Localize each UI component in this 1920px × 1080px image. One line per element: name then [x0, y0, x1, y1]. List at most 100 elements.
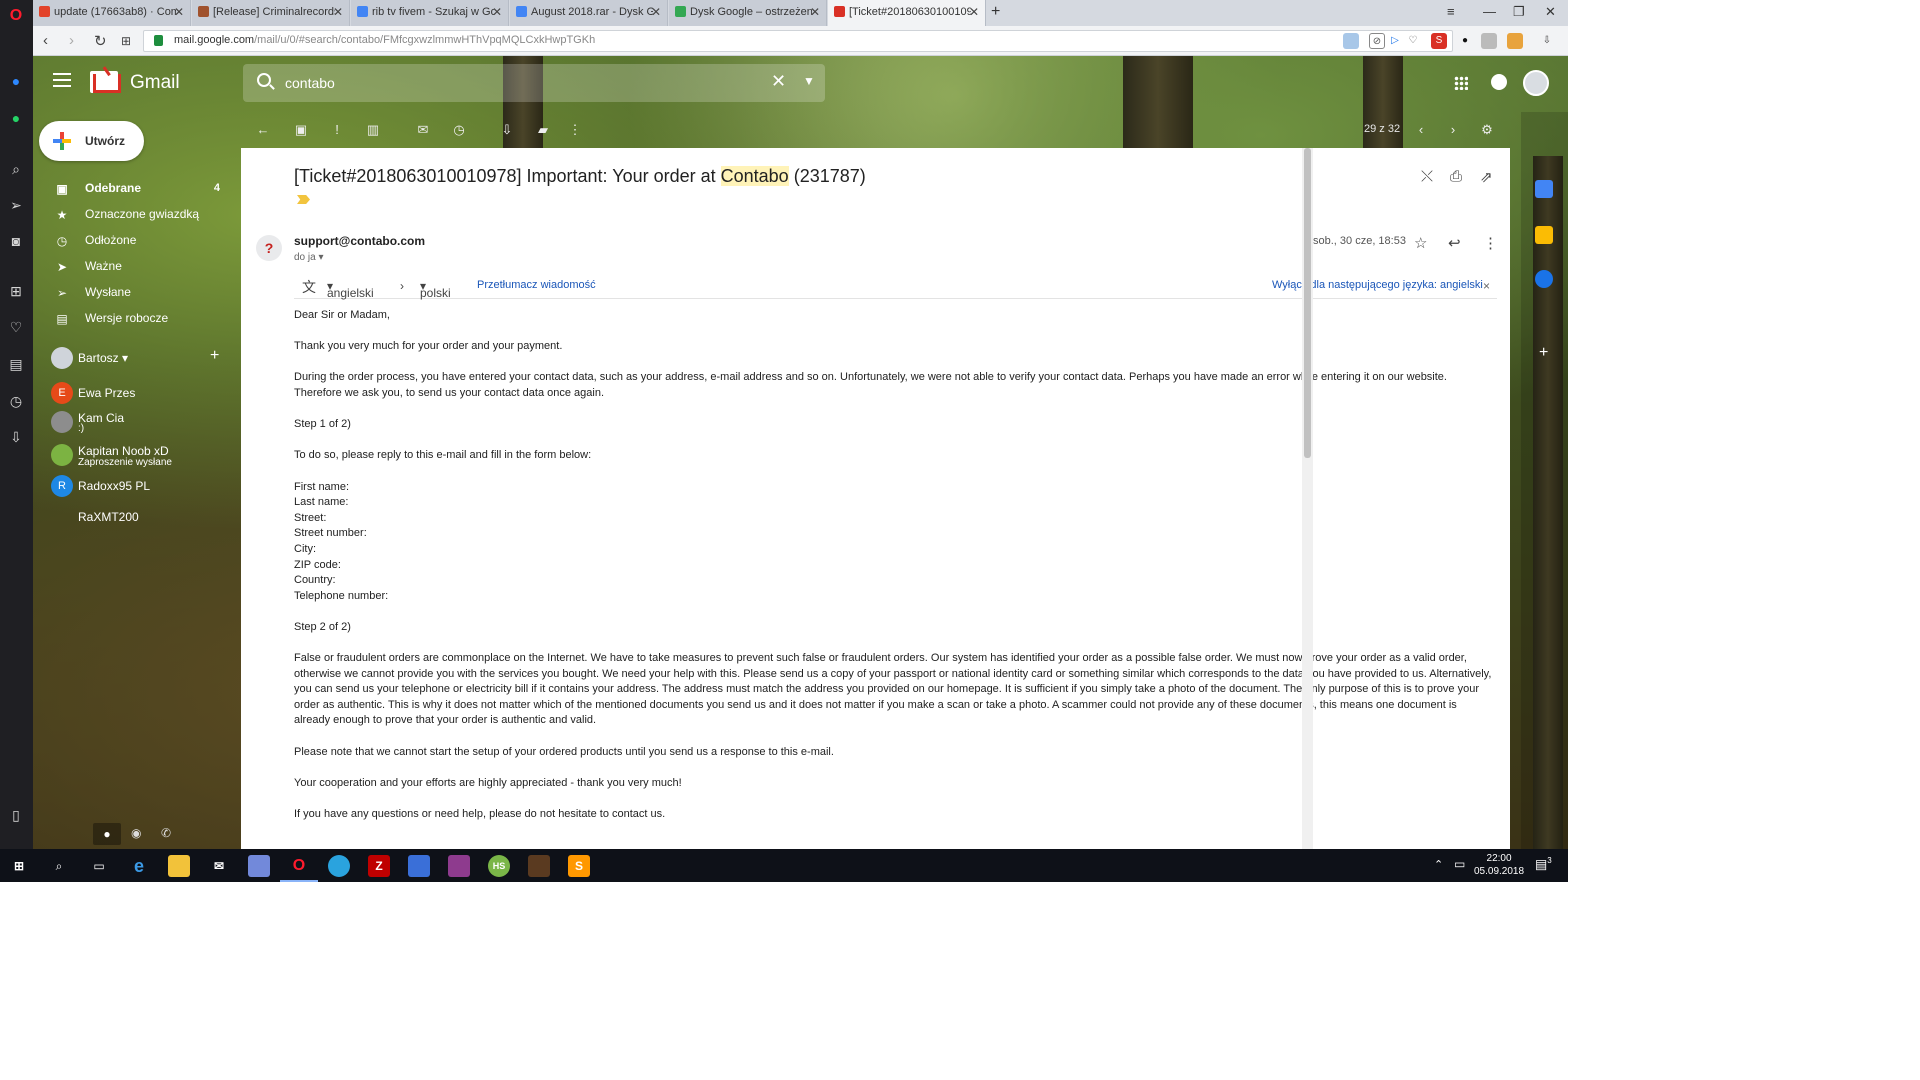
- browser-tab-active[interactable]: [Ticket#20180630100109780✕: [828, 0, 986, 26]
- sender-avatar[interactable]: ?: [256, 235, 282, 261]
- opera-logo-icon[interactable]: O: [7, 7, 25, 25]
- hangouts-contact[interactable]: Kapitan Noob xD Zaproszenie wysłane: [51, 444, 241, 472]
- move-to-icon[interactable]: ⇩: [499, 122, 515, 138]
- more-vert-icon[interactable]: ⋮: [567, 122, 583, 138]
- search-icon[interactable]: [257, 73, 271, 87]
- search-icon[interactable]: ⌕: [7, 160, 25, 178]
- back-icon[interactable]: ‹: [43, 32, 48, 49]
- phone-icon[interactable]: ✆: [161, 826, 171, 840]
- ext-box-icon[interactable]: [1481, 33, 1497, 49]
- older-icon[interactable]: ›: [1445, 122, 1461, 138]
- close-icon[interactable]: ✕: [810, 5, 820, 19]
- nav-item-important[interactable]: ➤ Ważne: [33, 255, 228, 279]
- network-icon[interactable]: ▭: [1454, 857, 1465, 871]
- star-icon[interactable]: ☆: [1414, 234, 1427, 252]
- back-to-list-icon[interactable]: ←: [255, 122, 271, 138]
- snooze-icon[interactable]: ◷: [451, 122, 467, 138]
- gmail-logo-icon[interactable]: [90, 71, 121, 93]
- close-icon[interactable]: ✕: [651, 5, 661, 19]
- tab-menu-icon[interactable]: ≡: [1447, 4, 1455, 19]
- notifications-icon[interactable]: [1491, 74, 1507, 90]
- close-icon[interactable]: ✕: [969, 5, 979, 19]
- minimize-button[interactable]: —: [1483, 4, 1496, 19]
- vpn-icon[interactable]: ▷: [1387, 33, 1403, 49]
- translate-message-link[interactable]: Przetłumacz wiadomość: [477, 279, 596, 291]
- action-center-icon[interactable]: ▤3: [1535, 856, 1552, 872]
- task-view-icon[interactable]: ▭: [88, 855, 110, 877]
- sender-address[interactable]: support@contabo.com: [294, 234, 425, 248]
- nav-item-snoozed[interactable]: ◷ Odłożone: [33, 229, 228, 253]
- collapse-all-icon[interactable]: ⤬: [1421, 168, 1433, 185]
- close-icon[interactable]: ✕: [174, 5, 184, 19]
- nav-item-drafts[interactable]: ▤ Wersje robocze: [33, 307, 228, 331]
- browser-tab[interactable]: Dysk Google – ostrzeżenie ✕: [669, 0, 827, 26]
- apps-icon[interactable]: ⊞: [7, 282, 25, 300]
- nav-item-inbox[interactable]: ▣ Odebrane 4: [33, 177, 228, 201]
- new-tab-button[interactable]: +: [991, 3, 1000, 21]
- clear-search-icon[interactable]: ✕: [771, 71, 786, 92]
- close-window-button[interactable]: ✕: [1545, 4, 1556, 20]
- importance-marker-icon[interactable]: [297, 195, 310, 204]
- browser-tab[interactable]: August 2018.rar - Dysk Goo✕: [510, 0, 668, 26]
- hangouts-contact[interactable]: Kam Cia :): [51, 411, 241, 439]
- camera-icon[interactable]: ◙: [7, 232, 25, 250]
- mark-unread-icon[interactable]: ✉: [415, 122, 431, 138]
- heart-icon[interactable]: ♡: [1405, 33, 1421, 49]
- scrollbar[interactable]: [1302, 148, 1313, 849]
- download-icon[interactable]: ⇩: [7, 428, 25, 446]
- person-icon[interactable]: ●: [93, 823, 121, 845]
- ext-pin-icon[interactable]: [1507, 33, 1523, 49]
- github-icon[interactable]: ●: [1457, 33, 1473, 49]
- messenger-icon[interactable]: ●: [7, 72, 25, 90]
- opera-icon[interactable]: O: [280, 855, 318, 882]
- news-icon[interactable]: ▤: [7, 355, 25, 373]
- archive-icon[interactable]: ▣: [293, 122, 309, 138]
- close-icon[interactable]: ×: [1483, 279, 1490, 293]
- new-conversation-icon[interactable]: +: [210, 347, 219, 365]
- system-clock[interactable]: 22:00 05.09.2018: [1474, 852, 1524, 878]
- game-icon[interactable]: [528, 855, 550, 877]
- browser-tab[interactable]: [Release] Criminalrecords ✕: [192, 0, 350, 26]
- search-icon[interactable]: ⌕: [48, 855, 70, 877]
- forward-icon[interactable]: ›: [69, 32, 74, 49]
- heart-icon[interactable]: ♡: [7, 318, 25, 336]
- telegram-icon[interactable]: [328, 855, 350, 877]
- url-field[interactable]: mail.google.com/mail/u/0/#search/contabo…: [143, 30, 1453, 52]
- calendar-icon[interactable]: [1535, 180, 1553, 198]
- si-extension-icon[interactable]: S: [1431, 33, 1447, 49]
- add-addon-icon[interactable]: +: [1539, 344, 1548, 362]
- hangouts-icon[interactable]: ◉: [131, 826, 141, 840]
- gmail-wordmark[interactable]: Gmail: [130, 72, 180, 94]
- search-input[interactable]: [283, 73, 743, 93]
- discord-icon[interactable]: [248, 855, 270, 877]
- nav-item-sent[interactable]: ➢ Wysłane: [33, 281, 228, 305]
- settings-gear-icon[interactable]: ⚙: [1479, 122, 1495, 138]
- download-icon[interactable]: ⇩: [1539, 33, 1555, 49]
- edge-icon[interactable]: e: [128, 855, 150, 877]
- compose-button[interactable]: Utwórz: [39, 121, 144, 161]
- browser-tab[interactable]: rib tv fivem - Szukaj w Goo ✕: [351, 0, 509, 26]
- sublime-icon[interactable]: S: [568, 855, 590, 877]
- network-tool-icon[interactable]: [408, 855, 430, 877]
- sidebar-toggle-icon[interactable]: ▯: [7, 806, 25, 824]
- tasks-icon[interactable]: [1535, 270, 1553, 288]
- shield-icon[interactable]: ⊘: [1369, 33, 1385, 49]
- browser-tab[interactable]: update (17663ab8) · Comm ✕: [33, 0, 191, 26]
- mail-icon[interactable]: ✉: [208, 855, 230, 877]
- close-icon[interactable]: ✕: [492, 5, 502, 19]
- label-icon[interactable]: ▰: [535, 122, 551, 138]
- winrar-icon[interactable]: [448, 855, 470, 877]
- close-icon[interactable]: ✕: [333, 5, 343, 19]
- send-icon[interactable]: ➢: [7, 196, 25, 214]
- search-options-icon[interactable]: ▼: [803, 74, 815, 88]
- account-avatar[interactable]: [1523, 70, 1549, 96]
- delete-icon[interactable]: ▥: [365, 122, 381, 138]
- nav-item-starred[interactable]: ★ Oznaczone gwiazdką: [33, 203, 228, 227]
- report-spam-icon[interactable]: !: [329, 122, 345, 138]
- reload-icon[interactable]: ↻: [94, 32, 107, 50]
- tabs-overview-icon[interactable]: ⊞: [121, 34, 131, 48]
- print-icon[interactable]: ⎙: [1450, 168, 1462, 185]
- windows-start-icon[interactable]: ⊞: [8, 855, 30, 877]
- keep-icon[interactable]: [1535, 226, 1553, 244]
- whatsapp-icon[interactable]: ●: [7, 109, 25, 127]
